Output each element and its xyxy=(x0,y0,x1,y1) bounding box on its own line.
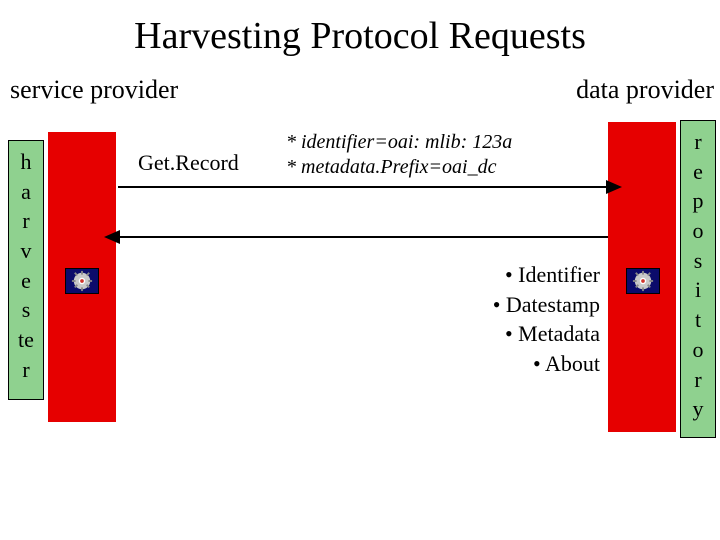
repository-letter: r xyxy=(681,127,715,157)
repository-letter: e xyxy=(681,157,715,187)
harvester-letter: s xyxy=(9,295,43,325)
repository-letter: y xyxy=(681,394,715,424)
arrow-right-icon xyxy=(606,180,622,194)
gear-icon xyxy=(626,268,660,294)
repository-letter: p xyxy=(681,186,715,216)
harvester-letter: te xyxy=(9,325,43,355)
label-data-provider: data provider xyxy=(576,75,714,105)
request-arrow xyxy=(118,186,608,188)
response-items: • Identifier • Datestamp • Metadata • Ab… xyxy=(340,260,600,379)
repository-letter: i xyxy=(681,275,715,305)
request-verb: Get.Record xyxy=(138,150,239,176)
protocol-diagram: h a r v e s te r r e p o s i t o r y xyxy=(0,120,720,500)
request-params: * identifier=oai: mlib: 123a * metadata.… xyxy=(286,130,512,180)
harvester-letter: h xyxy=(9,147,43,177)
repository-letter: o xyxy=(681,216,715,246)
repository-letter: s xyxy=(681,246,715,276)
repository-box: r e p o s i t o r y xyxy=(680,120,716,438)
gear-icon xyxy=(65,268,99,294)
harvester-letter: e xyxy=(9,266,43,296)
response-item: • Identifier xyxy=(340,260,600,290)
response-item: • Datestamp xyxy=(340,290,600,320)
response-arrow xyxy=(118,236,608,238)
harvester-box: h a r v e s te r xyxy=(8,140,44,400)
repository-letter: r xyxy=(681,365,715,395)
response-item: • Metadata xyxy=(340,319,600,349)
arrow-left-icon xyxy=(104,230,120,244)
harvester-letter: v xyxy=(9,236,43,266)
request-param: * identifier=oai: mlib: 123a xyxy=(286,130,512,155)
label-service-provider: service provider xyxy=(10,75,178,105)
repository-letter: o xyxy=(681,335,715,365)
response-item: • About xyxy=(340,349,600,379)
repository-letter: t xyxy=(681,305,715,335)
harvester-letter: r xyxy=(9,355,43,385)
harvester-letter: r xyxy=(9,206,43,236)
slide-title: Harvesting Protocol Requests xyxy=(0,0,720,58)
request-param: * metadata.Prefix=oai_dc xyxy=(286,155,512,180)
harvester-letter: a xyxy=(9,177,43,207)
